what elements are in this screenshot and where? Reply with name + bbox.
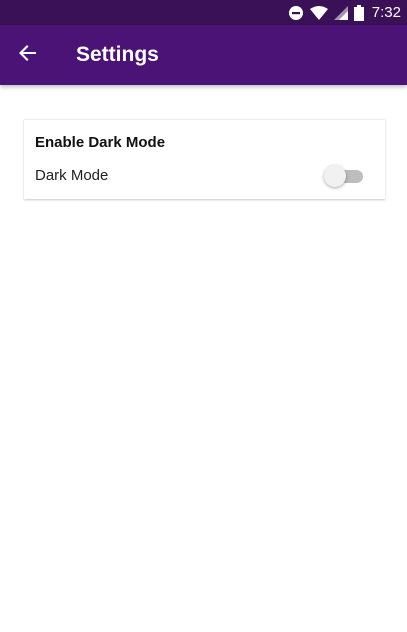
- back-button[interactable]: [0, 25, 56, 85]
- wifi-icon: [309, 5, 328, 20]
- dark-mode-settings-card: Enable Dark Mode Dark Mode: [24, 119, 385, 199]
- section-title: Enable Dark Mode: [35, 134, 166, 151]
- status-bar: 7:32: [0, 0, 407, 25]
- arrow-back-icon: [18, 43, 38, 68]
- page-title: Settings: [76, 43, 159, 66]
- dark-mode-toggle[interactable]: [324, 165, 363, 187]
- battery-icon: [353, 4, 364, 21]
- status-time: 7:32: [371, 4, 401, 21]
- dark-mode-label: Dark Mode: [35, 167, 109, 184]
- toggle-thumb: [324, 165, 346, 187]
- app-bar: Settings: [0, 25, 407, 85]
- do-not-disturb-icon: [288, 5, 304, 21]
- cell-signal-icon: [333, 5, 348, 20]
